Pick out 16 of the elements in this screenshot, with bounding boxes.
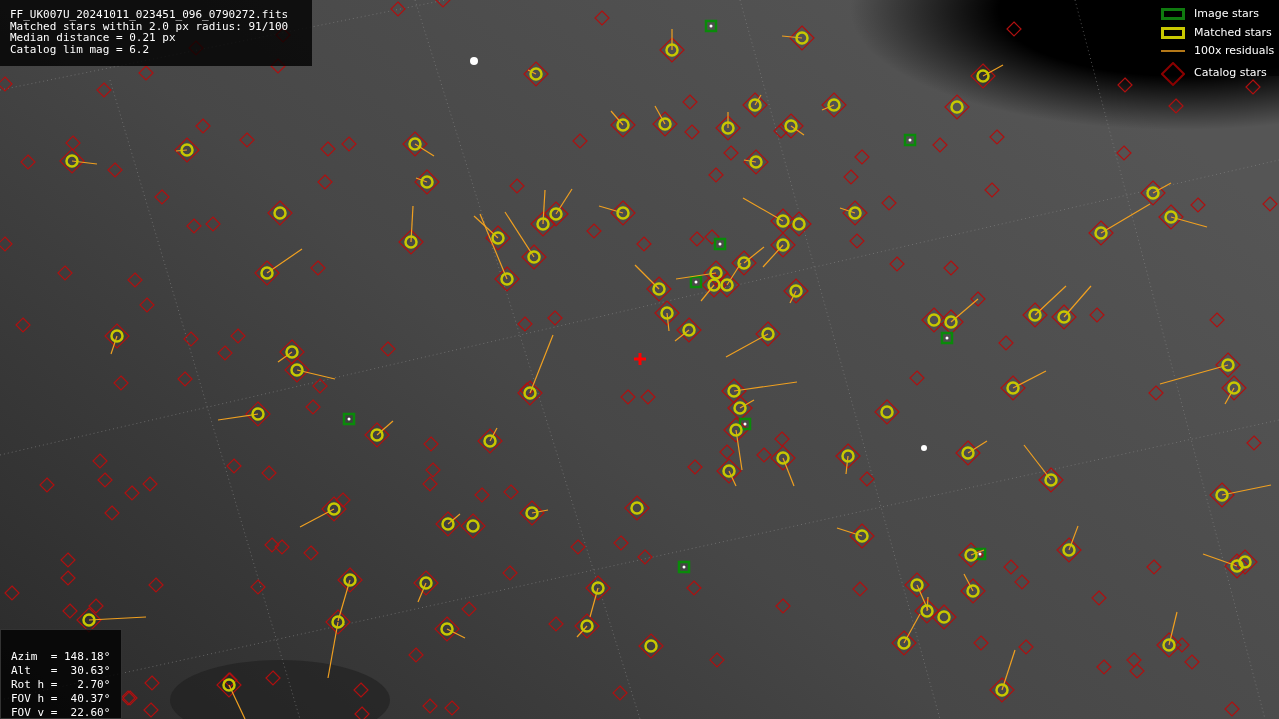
info-line: Catalog lim mag = 6.2: [10, 43, 151, 55]
matched-star-swatch-icon: [1161, 26, 1185, 39]
image-star-swatch-icon: [1161, 8, 1185, 21]
legend-label: Catalog stars: [1194, 65, 1267, 82]
info-line: Median distance = 0.21 px: [10, 32, 176, 44]
info-line: Matched stars within 2.0 px radius: 91/100: [10, 20, 290, 32]
info-line: FF_UK007U_20241011_023451_096_0790272.fits: [10, 9, 290, 21]
legend-label: 100x residuals: [1194, 43, 1275, 59]
diamond-icon: [1161, 61, 1185, 86]
pointing-line: FOV h = 40.37°: [11, 692, 111, 706]
pointing-line: Alt = 30.63°: [11, 664, 111, 678]
legend-label: Matched stars: [1194, 24, 1272, 41]
pointing-line: Rot h = 2.70°: [11, 678, 111, 692]
pointing-line: FOV v = 22.60°: [11, 706, 111, 719]
legend-label: Image stars: [1194, 6, 1259, 22]
pointing-line: Azim = 148.18°: [11, 650, 111, 664]
